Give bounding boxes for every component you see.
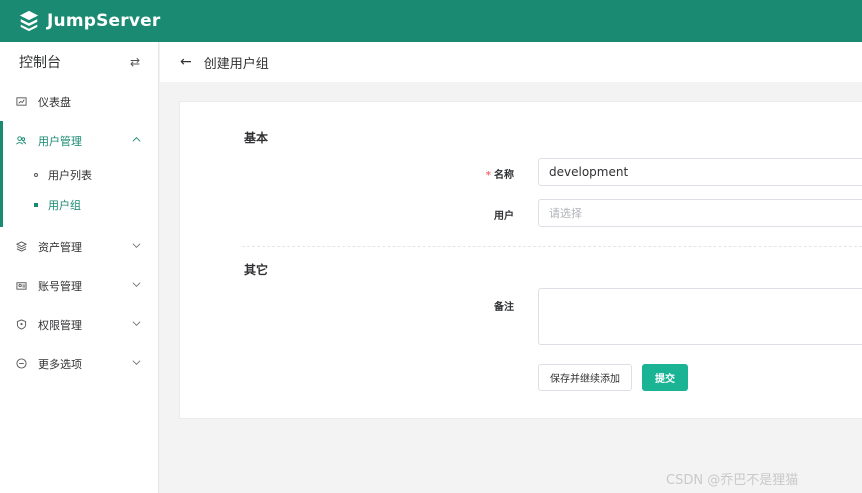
sidebar-item-label: 仪表盘 xyxy=(38,95,71,109)
sidebar-subitem-label: 用户列表 xyxy=(48,169,92,182)
users-field-label: 用户 xyxy=(494,211,514,222)
sidebar-item-label: 用户管理 xyxy=(38,134,82,148)
dashboard-icon xyxy=(15,96,27,108)
jumpserver-logo-icon xyxy=(19,10,39,32)
sidebar-subitem-label: 用户组 xyxy=(48,199,81,212)
switch-view-icon[interactable]: ⇄ xyxy=(130,55,140,69)
top-bar: JumpServer xyxy=(0,0,862,42)
sidebar-item-account-management[interactable]: 账号管理 xyxy=(0,266,158,305)
name-field[interactable]: development xyxy=(538,158,862,186)
comment-textarea[interactable] xyxy=(538,288,862,345)
name-field-label: * 名称 xyxy=(444,166,514,181)
sidebar-subitem-user-list[interactable]: 用户列表 xyxy=(0,160,158,190)
sidebar-item-label: 账号管理 xyxy=(38,279,82,293)
back-arrow-icon[interactable]: ← xyxy=(180,54,192,70)
sidebar-subitem-user-groups[interactable]: 用户组 xyxy=(0,190,158,220)
sidebar-item-permission-management[interactable]: 权限管理 xyxy=(0,305,158,344)
section-divider xyxy=(242,246,862,247)
page-title: 创建用户组 xyxy=(203,56,269,72)
sidebar-header: 控制台 ⇄ xyxy=(0,42,158,82)
comment-field-label: 备注 xyxy=(494,302,514,313)
bullet-icon xyxy=(34,203,38,207)
chevron-up-icon xyxy=(132,137,141,142)
sidebar-group-user-management: 用户管理 用户列表 用户组 xyxy=(0,121,158,227)
sidebar-item-asset-management[interactable]: 资产管理 xyxy=(0,227,158,266)
chevron-down-icon xyxy=(132,243,141,248)
assets-icon xyxy=(15,241,27,253)
accounts-icon xyxy=(15,280,27,292)
sidebar-item-label: 资产管理 xyxy=(38,240,82,254)
chevron-down-icon xyxy=(132,282,141,287)
sidebar-title: 控制台 xyxy=(19,55,61,71)
sidebar-item-user-management[interactable]: 用户管理 xyxy=(0,121,158,160)
bullet-icon xyxy=(34,173,38,177)
chevron-down-icon xyxy=(132,360,141,365)
more-options-icon xyxy=(15,358,27,370)
brand-name[interactable]: JumpServer xyxy=(47,11,160,31)
sidebar-item-more-options[interactable]: 更多选项 xyxy=(0,344,158,383)
chevron-down-icon xyxy=(132,321,141,326)
permissions-icon xyxy=(15,319,27,331)
sidebar-item-label: 权限管理 xyxy=(38,318,82,332)
form-card: 基本 * 名称 development 用户 请选择 其它 备注 保存并继续添加 … xyxy=(179,101,862,419)
watermark: CSDN @乔巴不是狸猫 xyxy=(666,473,799,488)
required-mark: * xyxy=(485,170,491,181)
submit-button[interactable]: 提交 xyxy=(642,364,688,391)
section-title-basic: 基本 xyxy=(244,131,269,145)
save-and-continue-button[interactable]: 保存并继续添加 xyxy=(538,364,632,391)
section-title-other: 其它 xyxy=(244,263,269,277)
sidebar-item-dashboard[interactable]: 仪表盘 xyxy=(0,82,158,121)
name-label-text: 名称 xyxy=(494,170,514,181)
users-icon xyxy=(15,135,27,147)
page-header: ← 创建用户组 xyxy=(160,42,862,82)
sidebar-item-label: 更多选项 xyxy=(38,357,82,371)
users-select[interactable]: 请选择 xyxy=(538,199,862,227)
sidebar: 控制台 ⇄ 仪表盘 用户管理 用户列表 用户组 资产管理 账号管理 权限管理 更… xyxy=(0,42,159,493)
